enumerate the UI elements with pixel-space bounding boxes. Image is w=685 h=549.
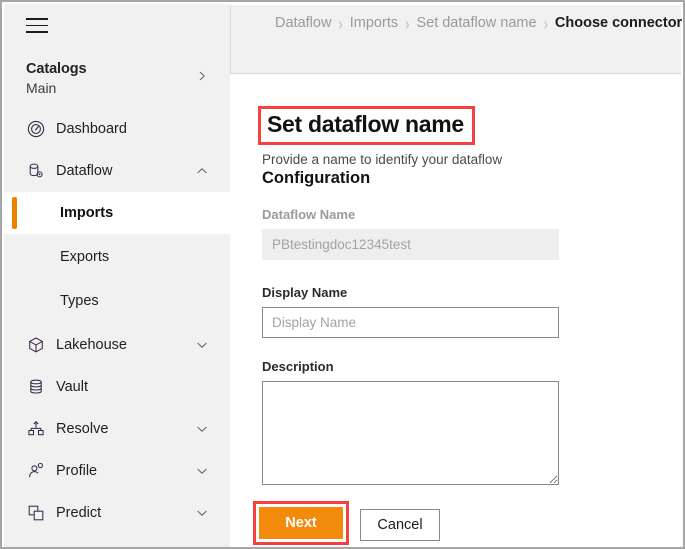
- breadcrumb-separator: ›: [544, 13, 548, 33]
- sidebar-item-vault[interactable]: Vault: [4, 366, 230, 408]
- sidebar-item-exports[interactable]: Exports: [4, 236, 230, 278]
- sidebar-item-predict[interactable]: Predict: [4, 492, 230, 534]
- overlapping-squares-icon: [26, 503, 46, 523]
- cube-icon: [26, 335, 46, 355]
- title-highlight-box: Set dataflow name: [258, 106, 475, 145]
- catalogs-title: Catalogs: [26, 61, 86, 77]
- cancel-button[interactable]: Cancel: [360, 509, 440, 541]
- dataflow-name-input: [262, 229, 559, 260]
- display-name-label: Display Name: [262, 285, 559, 300]
- sidebar-item-resolve[interactable]: Resolve: [4, 408, 230, 450]
- stacked-disks-icon: [26, 377, 46, 397]
- sidebar-item-label: Dataflow: [56, 161, 112, 181]
- next-button-highlight-box: Next: [253, 501, 349, 545]
- person-icon: [26, 461, 46, 481]
- description-textarea[interactable]: [262, 381, 559, 485]
- chevron-down-icon[interactable]: [196, 507, 208, 519]
- breadcrumb-item-imports[interactable]: Imports: [350, 15, 398, 31]
- chevron-right-icon: [196, 70, 208, 82]
- next-button[interactable]: Next: [259, 507, 343, 539]
- breadcrumb-item-dataflow[interactable]: Dataflow: [275, 15, 331, 31]
- sidebar-item-label: Imports: [60, 203, 113, 223]
- hamburger-bar-2: [26, 25, 48, 27]
- field-display-name: Display Name: [262, 285, 559, 338]
- sidebar-item-dataflow[interactable]: Dataflow: [4, 150, 230, 192]
- field-dataflow-name: Dataflow Name: [262, 207, 559, 260]
- app-window: Catalogs Main Dashboard: [0, 0, 685, 549]
- page-subtitle: Provide a name to identify your dataflow: [262, 152, 502, 167]
- chevron-up-icon[interactable]: [196, 165, 208, 177]
- hamburger-icon[interactable]: [26, 18, 48, 34]
- database-gear-icon: [26, 161, 46, 181]
- breadcrumb-item-set-dataflow-name[interactable]: Set dataflow name: [416, 15, 536, 31]
- merge-tree-icon: [26, 419, 46, 439]
- sidebar-item-lakehouse[interactable]: Lakehouse: [4, 324, 230, 366]
- catalogs-subtitle: Main: [26, 80, 56, 96]
- gauge-icon: [26, 119, 46, 139]
- hamburger-bar-3: [26, 31, 48, 33]
- sidebar-item-label: Resolve: [56, 419, 108, 439]
- sidebar-item-label: Exports: [60, 247, 109, 267]
- sidebar-item-dashboard[interactable]: Dashboard: [4, 108, 230, 150]
- sidebar: Catalogs Main Dashboard: [4, 4, 230, 549]
- chevron-down-icon[interactable]: [196, 423, 208, 435]
- breadcrumb-separator: ›: [338, 13, 342, 33]
- breadcrumb-bar: Dataflow › Imports › Set dataflow name ›…: [230, 5, 681, 74]
- breadcrumb-separator: ›: [405, 13, 409, 33]
- sidebar-item-label: Profile: [56, 461, 97, 481]
- sidebar-item-label: Vault: [56, 377, 88, 397]
- main-content: Set dataflow name Provide a name to iden…: [230, 74, 681, 545]
- sidebar-item-imports[interactable]: Imports: [4, 192, 230, 234]
- breadcrumb-item-choose-connector: Choose connector: [555, 15, 682, 31]
- breadcrumb: Dataflow › Imports › Set dataflow name ›…: [275, 15, 682, 31]
- field-description: Description: [262, 359, 559, 485]
- sidebar-item-profile[interactable]: Profile: [4, 450, 230, 492]
- active-indicator: [12, 197, 17, 229]
- description-label: Description: [262, 359, 559, 374]
- sidebar-item-label: Lakehouse: [56, 335, 127, 355]
- section-title: Configuration: [262, 169, 370, 188]
- page-title: Set dataflow name: [267, 110, 464, 138]
- chevron-down-icon[interactable]: [196, 339, 208, 351]
- sidebar-item-label: Dashboard: [56, 119, 127, 139]
- chevron-down-icon[interactable]: [196, 465, 208, 477]
- sidebar-item-types[interactable]: Types: [4, 280, 230, 322]
- hamburger-bar-1: [26, 18, 48, 20]
- display-name-input[interactable]: [262, 307, 559, 338]
- sidebar-item-label: Types: [60, 291, 99, 311]
- catalogs-selector[interactable]: Catalogs Main: [4, 58, 230, 104]
- dataflow-name-label: Dataflow Name: [262, 207, 559, 222]
- sidebar-item-label: Predict: [56, 503, 101, 523]
